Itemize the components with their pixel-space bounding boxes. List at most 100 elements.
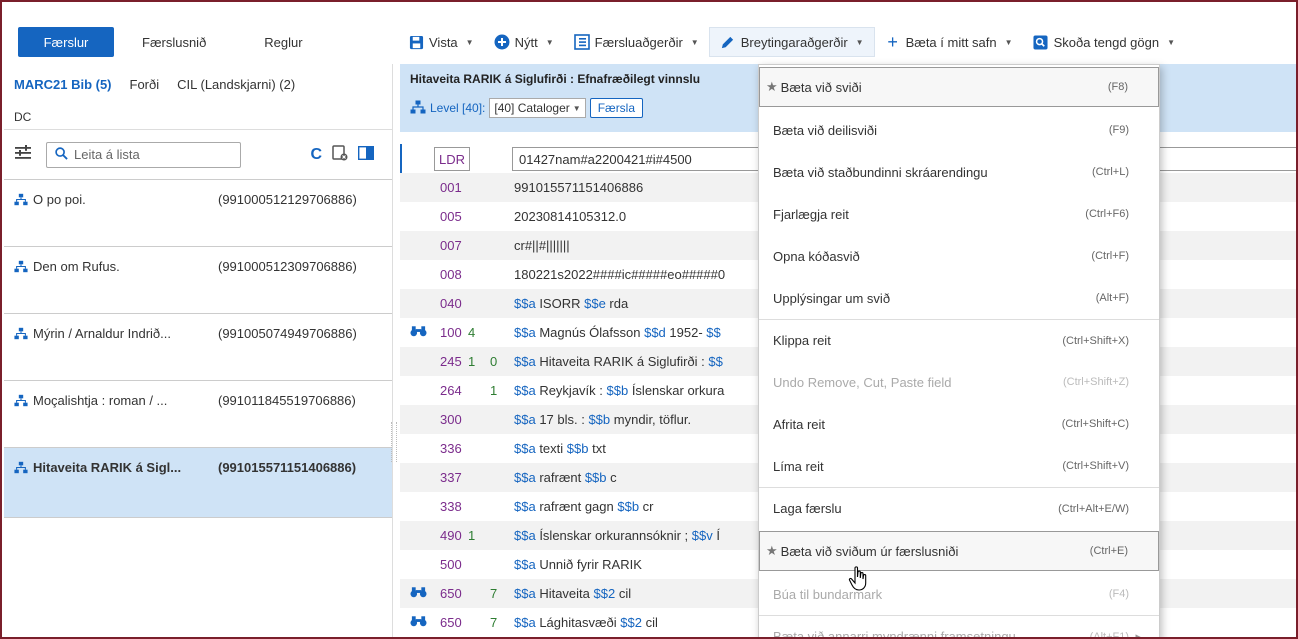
field-tag: 007 [440, 238, 462, 253]
indicator-2: 1 [490, 383, 498, 398]
menu-item[interactable]: Bæta við staðbundinni skráarendingu (Ctrl… [759, 151, 1159, 193]
menu-item[interactable]: ★ Bæta við sviðum úr færslusniði (Ctrl+E) [759, 531, 1159, 571]
menu-item[interactable]: ★ Bæta við sviði (F8) [759, 67, 1159, 107]
panel-toggle-icon[interactable] [357, 145, 375, 163]
app-frame: Færslur Færslusnið Reglur Vista ▼ Nýtt ▼… [0, 0, 1298, 639]
filter-sliders-icon[interactable] [14, 145, 32, 164]
chevron-down-icon: ▼ [1004, 37, 1013, 47]
floppy-disk-icon [408, 34, 424, 50]
field-tag: 337 [440, 470, 462, 485]
menu-item[interactable]: Klippa reit (Ctrl+Shift+X) [759, 319, 1159, 361]
list-item-name: Mýrin / Arnaldur Indrið... [33, 326, 171, 341]
save-button[interactable]: Vista ▼ [398, 27, 484, 57]
menu-item[interactable]: Afrita reit (Ctrl+Shift+C) [759, 403, 1159, 445]
list-search-input[interactable]: Leita á lista [46, 141, 241, 168]
field-content: 20230814105312.0 [514, 209, 627, 224]
field-tag: 336 [440, 441, 462, 456]
menu-item-label: Bæta við sviðum úr færslusniði [780, 543, 959, 559]
star-icon: ★ [766, 543, 778, 558]
add-to-library-button[interactable]: + Bæta í mitt safn ▼ [875, 27, 1023, 57]
new-label: Nýtt [514, 34, 538, 50]
field-tag: 005 [440, 209, 462, 224]
subfield-code: $$b [588, 412, 611, 427]
tab-reglur[interactable]: Reglur [246, 27, 320, 57]
main-tabs: Færslur Færslusnið Reglur [10, 25, 390, 59]
subfield-value: Íslenskar orkura [628, 383, 725, 398]
subtab-dc[interactable]: DC [4, 104, 392, 130]
plus-icon: + [887, 31, 898, 52]
menu-item-shortcut: (F8) [1107, 81, 1128, 93]
list-actions: C [310, 145, 375, 164]
binoculars-icon[interactable] [410, 325, 428, 340]
add-to-library-label: Bæta í mitt safn [905, 34, 997, 50]
subfield-code: $$ [706, 325, 721, 340]
level-select[interactable]: [40] Cataloger ▼ [489, 98, 586, 118]
list-item-name: Den om Rufus. [33, 259, 120, 274]
list-item-title: Mýrin / Arnaldur Indrið... [14, 326, 214, 380]
list-item[interactable]: Moçalishtja : roman / ... (99101184551970… [4, 381, 392, 448]
subfield-value: rda [605, 296, 629, 311]
menu-item[interactable]: Líma reit (Ctrl+Shift+V) [759, 445, 1159, 487]
field-tag: 040 [440, 296, 462, 311]
menu-item[interactable]: Opna kóðasvið (Ctrl+F) [759, 235, 1159, 277]
list-item[interactable]: Hitaveita RARIK á Sigl... (99101557115140… [4, 448, 392, 518]
chevron-down-icon: ▼ [690, 37, 699, 47]
subfield-value: rafrænt gagn [535, 499, 618, 514]
subfield-value: Lághitasvæði [535, 615, 621, 630]
search-placeholder: Leita á lista [74, 147, 140, 162]
tab-faerslur[interactable]: Færslur [18, 27, 114, 57]
subtab-cil[interactable]: CIL (Landskjarni) (2) [177, 77, 295, 92]
chevron-down-icon: ▼ [855, 37, 864, 47]
panel-splitter[interactable] [391, 422, 397, 462]
indicator-2: 7 [490, 615, 498, 630]
menu-item-shortcut: (Alt+F1) [1089, 630, 1129, 639]
menu-item[interactable]: Laga færslu (Ctrl+Alt+E/W) [759, 487, 1159, 529]
subfield-code: $$a [514, 383, 536, 398]
binoculars-icon[interactable] [410, 586, 428, 601]
subfield-code: $$b [617, 499, 640, 514]
field-content: $$a Hitaveita RARIK á Siglufirði : $$ [514, 354, 723, 369]
field-tag: 264 [440, 383, 462, 398]
subfield-code: $$a [514, 499, 536, 514]
edit-actions-button[interactable]: Breytingaraðgerðir ▼ [708, 27, 875, 57]
refresh-icon[interactable]: C [310, 146, 322, 164]
subtab-fordi[interactable]: Forði [130, 77, 160, 92]
subfield-value: cil [641, 615, 658, 630]
menu-item-shortcut: (Ctrl+Alt+E/W) [1058, 502, 1129, 515]
tab-faerslusnid[interactable]: Færslusnið [124, 27, 224, 57]
new-button[interactable]: Nýtt ▼ [484, 27, 564, 57]
view-linked-button[interactable]: Skoða tengd gögn ▼ [1023, 27, 1185, 57]
binoculars-icon[interactable] [410, 615, 428, 630]
chevron-down-icon: ▼ [545, 37, 554, 47]
record-type-tabs: MARC21 Bib (5) Forði CIL (Landskjarni) (… [4, 64, 392, 104]
menu-item[interactable]: Fjarlægja reit (Ctrl+F6) [759, 193, 1159, 235]
menu-item-shortcut: (Ctrl+E) [1089, 545, 1128, 557]
subtab-marc21-bib[interactable]: MARC21 Bib (5) [14, 77, 112, 92]
menu-item-shortcut: (Ctrl+Shift+C) [1061, 418, 1129, 430]
ldr-tag[interactable]: LDR [434, 147, 470, 171]
list-item[interactable]: O po poi. (991000512129706886) [4, 180, 392, 247]
record-actions-button[interactable]: Færsluaðgerðir ▼ [564, 27, 709, 57]
subfield-code: $$a [514, 441, 536, 456]
subfield-code: $$b [606, 383, 629, 398]
record-title: Hitaveita RARIK á Siglufirði : Efnafræði… [410, 72, 701, 86]
list-item[interactable]: Mýrin / Arnaldur Indrið... (9910050749497… [4, 314, 392, 381]
menu-item[interactable]: Bæta við deilisviði (F9) [759, 109, 1159, 151]
menu-item-shortcut: (Ctrl+Shift+V) [1062, 460, 1129, 472]
faersla-button[interactable]: Færsla [589, 98, 644, 118]
subfield-code: $$2 [620, 615, 642, 630]
list-item-id: (991000512129706886) [218, 192, 357, 207]
menu-item-label: Líma reit [773, 458, 824, 474]
list-item-name: Moçalishtja : roman / ... [33, 393, 168, 408]
list-item-name: O po poi. [33, 192, 86, 207]
list-item[interactable]: Den om Rufus. (991000512309706886) [4, 247, 392, 314]
menu-item-label: Bæta við annarri myndrænni framsetningu [773, 629, 1016, 639]
subfield-code: $$e [584, 296, 606, 311]
menu-item[interactable]: Upplýsingar um svið (Alt+F) [759, 277, 1159, 319]
field-content: $$a ISORR $$e rda [514, 296, 628, 311]
field-tag: 300 [440, 412, 462, 427]
menu-item-label: Afrita reit [773, 416, 826, 432]
menu-item-shortcut: (Ctrl+Shift+Z) [1062, 376, 1129, 388]
clear-filter-icon[interactable] [332, 145, 348, 164]
field-tag: 245 [440, 354, 462, 369]
